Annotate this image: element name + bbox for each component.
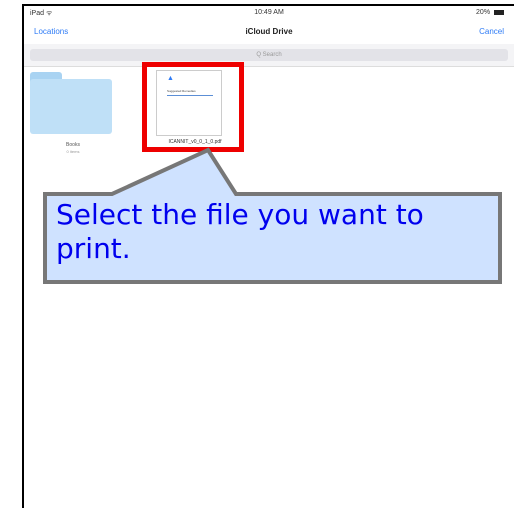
instruction-text: Select the file you want to print.	[56, 198, 424, 265]
